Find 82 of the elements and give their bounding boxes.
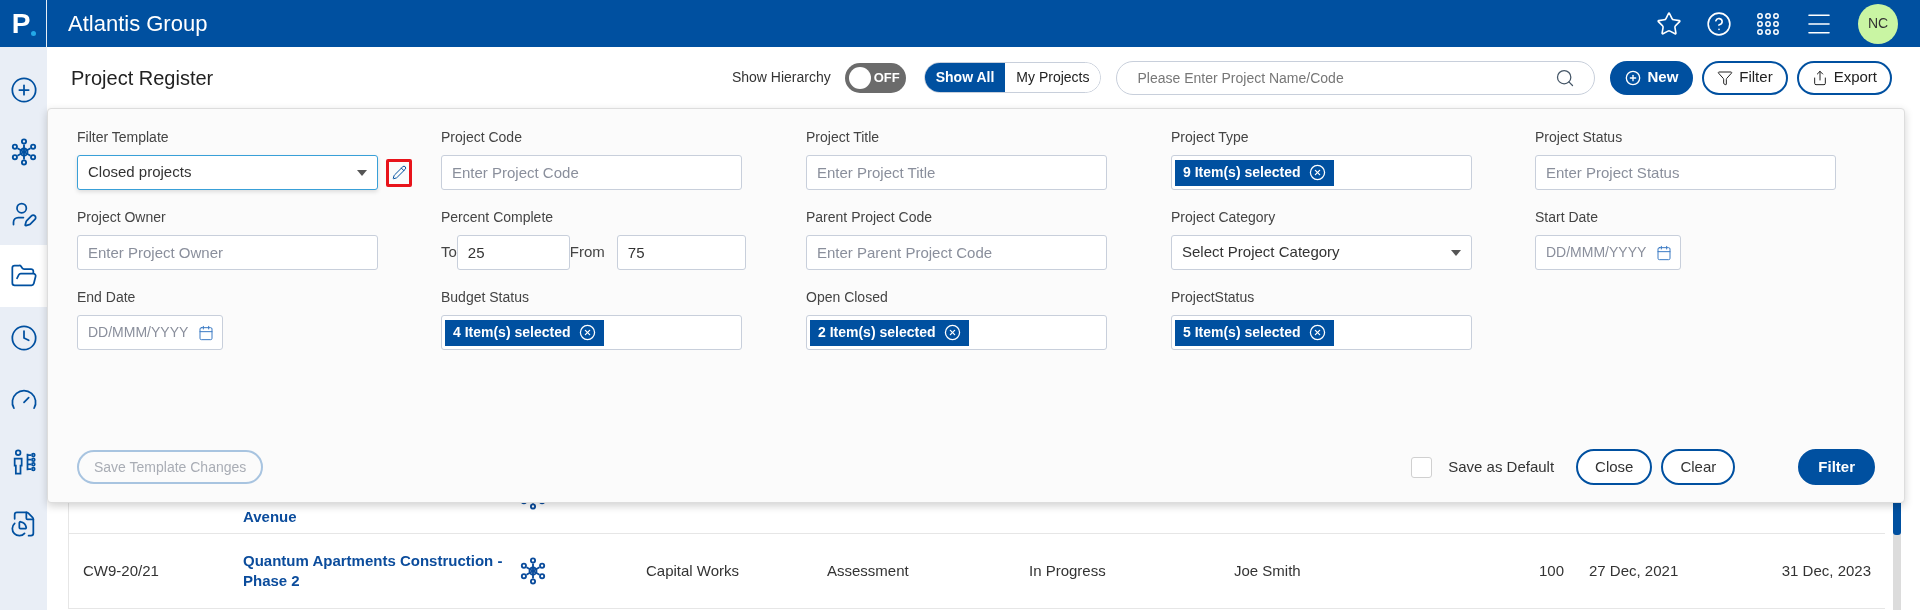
toolbar-button[interactable]: New	[1610, 60, 1694, 95]
selection-chip: 5 Item(s) selected	[1175, 319, 1334, 346]
toolbar-button[interactable]: Export	[1796, 60, 1892, 95]
table-cell-text: Joe Smith	[1234, 560, 1302, 581]
checkbox[interactable]	[1411, 456, 1433, 478]
app-logo[interactable]: P	[11, 9, 35, 38]
field-label: ProjectStatus	[1171, 289, 1256, 306]
sidebar-item[interactable]	[0, 245, 47, 307]
remove-icon[interactable]	[578, 324, 596, 341]
text-field[interactable]: Enter Parent Project Code	[806, 235, 1107, 270]
scrollbar[interactable]	[1893, 503, 1901, 610]
field-label: End Date	[77, 289, 137, 306]
toolbar-button[interactable]: Filter	[1702, 60, 1788, 95]
network-icon	[9, 138, 38, 166]
help-icon[interactable]	[1706, 10, 1732, 37]
field-label: Project Owner	[77, 209, 167, 226]
field-label: Parent Project Code	[806, 209, 934, 226]
clock-icon[interactable]	[9, 324, 38, 352]
project-title-link[interactable]: Quantum Apartments Construction - Phase 2	[243, 551, 503, 591]
favorites-icon[interactable]	[1656, 10, 1682, 37]
table-cell-text: In Progress	[1029, 560, 1107, 581]
remove-icon[interactable]	[1308, 324, 1326, 341]
field-label: Project Code	[441, 129, 523, 146]
table-cell-text: 27 Dec, 2021	[1589, 560, 1680, 581]
to-field[interactable]: 25	[456, 235, 570, 270]
multiselect-field[interactable]: 4 Item(s) selected	[441, 315, 742, 350]
remove-icon[interactable]	[1308, 164, 1326, 181]
plus-icon	[1625, 69, 1642, 86]
dropdown-caret-icon	[1451, 249, 1461, 256]
table-cell-text: 31 Dec, 2023	[1781, 560, 1872, 581]
table-cell-text: 100	[1537, 560, 1564, 581]
share-icon	[1811, 69, 1828, 86]
multiselect-field[interactable]: 5 Item(s) selected	[1171, 315, 1472, 350]
table-cell-text: CW9-20/21	[82, 560, 160, 581]
text-field[interactable]: Enter Project Owner	[77, 235, 378, 270]
text-field[interactable]: Enter Project Status	[1535, 155, 1836, 190]
checkbox-label: Save as Default	[1448, 456, 1555, 477]
funnel-icon	[1717, 69, 1734, 86]
field-label: Start Date	[1535, 209, 1600, 226]
panel-button[interactable]: Close	[1576, 449, 1653, 485]
field-label: Project Type	[1171, 129, 1250, 146]
field-label: Percent Complete	[441, 209, 555, 226]
pencil-icon	[391, 165, 407, 180]
multiselect-field[interactable]: 9 Item(s) selected	[1171, 155, 1472, 190]
edit-template-button[interactable]	[386, 158, 412, 187]
project-title-link[interactable]: Avenue	[243, 507, 297, 527]
panel-button[interactable]: Filter	[1798, 449, 1875, 485]
view-tab[interactable]: Show All	[924, 63, 1006, 92]
company-name: Atlantis Group	[68, 10, 208, 38]
selection-chip: 9 Item(s) selected	[1175, 159, 1334, 186]
dropdown-caret-icon	[357, 169, 367, 176]
field-label: Project Status	[1535, 129, 1624, 146]
range-label: From	[569, 242, 605, 263]
category-select[interactable]: Select Project Category	[1171, 235, 1472, 270]
table-cell-text: Capital Works	[645, 560, 741, 581]
field-label: Filter Template	[77, 129, 170, 146]
add-icon[interactable]	[9, 76, 38, 104]
calendar-icon[interactable]	[198, 324, 214, 341]
template-select[interactable]: Closed projects	[77, 155, 378, 190]
from-field[interactable]: 75	[616, 235, 746, 270]
user-avatar[interactable]: NC	[1858, 3, 1898, 44]
hierarchy-label: Show Hierarchy	[731, 68, 831, 87]
remove-icon[interactable]	[943, 324, 961, 341]
field-label: Budget Status	[441, 289, 530, 306]
field-label: Open Closed	[806, 289, 889, 306]
search-icon[interactable]	[1555, 67, 1576, 88]
selection-chip: 4 Item(s) selected	[445, 319, 604, 346]
table-cell-text: Assessment	[827, 560, 910, 581]
page-title: Project Register	[71, 65, 214, 91]
multiselect-field[interactable]: 2 Item(s) selected	[806, 315, 1107, 350]
calendar-icon[interactable]	[1656, 244, 1672, 261]
search-field[interactable]: Please Enter Project Name/Code	[1116, 60, 1596, 95]
apps-grid-icon[interactable]	[1756, 11, 1780, 36]
text-field[interactable]: Enter Project Code	[441, 155, 742, 190]
hierarchy-icon	[519, 557, 547, 585]
text-field[interactable]: Enter Project Title	[806, 155, 1107, 190]
panel-button[interactable]: Clear	[1661, 449, 1736, 485]
hierarchy-toggle[interactable]: OFF	[844, 62, 906, 93]
field-label: Project Category	[1171, 209, 1277, 226]
range-label: To	[441, 242, 457, 263]
selection-chip: 2 Item(s) selected	[810, 319, 969, 346]
field-label: Project Title	[806, 129, 881, 146]
